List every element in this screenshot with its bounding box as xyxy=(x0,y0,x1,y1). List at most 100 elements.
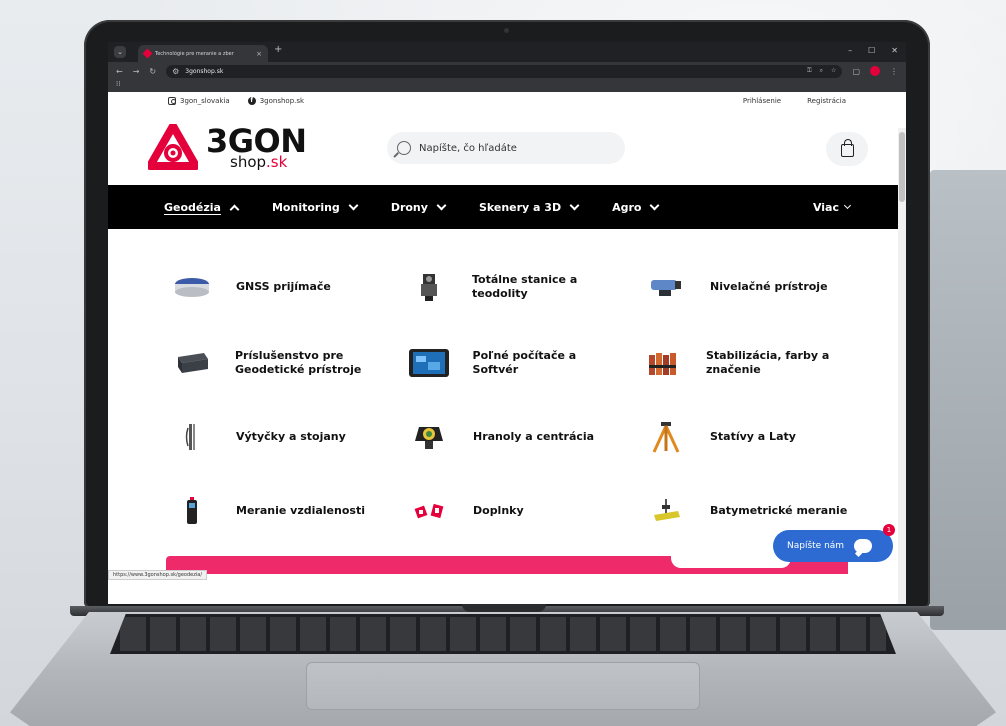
reload-icon[interactable]: ↻ xyxy=(149,67,156,76)
field-computer-icon xyxy=(407,348,451,378)
laser-distance-meter-icon xyxy=(170,496,214,526)
geodezia-mega-menu: GNSS prijímače Totálne stanice a teodoli… xyxy=(150,241,858,541)
category-grid: GNSS prijímače Totálne stanice a teodoli… xyxy=(150,241,858,549)
account-links: Prihlásenie Registrácia xyxy=(743,97,846,105)
facebook-link[interactable]: f 3gonshop.sk xyxy=(247,96,305,105)
logo-sub-text: shop.sk xyxy=(230,152,288,171)
favicon-icon xyxy=(142,48,153,59)
browser-tab-strip: ⌄ Technológie pre meranie a zber × + – ☐… xyxy=(108,42,906,62)
instagram-handle: 3gon_slovakia xyxy=(180,96,230,105)
chevron-down-icon xyxy=(436,200,447,210)
menu-item-stabilization[interactable]: Stabilizácia, farby a značenie xyxy=(624,325,858,401)
facebook-handle: 3gonshop.sk xyxy=(259,96,305,105)
status-url-bar: https://www.3gonshop.sk/geodezia/ xyxy=(108,570,208,580)
main-nav: Geodézia Monitoring Drony Skenery a 3D A… xyxy=(108,185,906,229)
maximize-button[interactable]: ☐ xyxy=(868,46,875,55)
nav-item-agro[interactable]: Agro xyxy=(612,200,660,214)
login-link[interactable]: Prihlásenie xyxy=(743,97,781,105)
page-scrollbar[interactable] xyxy=(898,128,906,604)
key-icon[interactable]: ⚿ xyxy=(807,67,812,75)
chevron-down-icon xyxy=(843,201,852,209)
logo-triangle-icon xyxy=(148,124,198,170)
prism-icon xyxy=(407,422,451,452)
promo-banner-strip xyxy=(166,556,848,574)
nav-item-skenery[interactable]: Skenery a 3D xyxy=(479,200,580,214)
total-station-icon xyxy=(407,272,450,302)
search-box[interactable] xyxy=(387,132,625,164)
tab-search-button[interactable]: ⌄ xyxy=(114,46,126,58)
close-window-button[interactable]: ✕ xyxy=(891,46,898,55)
chat-notification-badge: 1 xyxy=(883,524,895,536)
address-bar[interactable]: ⚙ 3gonshop.sk ⚿ ⌕ ☆ xyxy=(166,64,843,78)
menu-item-gnss[interactable]: GNSS prijímače xyxy=(150,249,387,325)
menu-item-accessories-instruments[interactable]: Príslušenstvo pre Geodetické prístroje xyxy=(150,325,387,401)
site-header: 3GON shop.sk xyxy=(108,109,906,185)
chat-widget-button[interactable]: Napíšte nám 1 xyxy=(773,524,895,562)
browser-tab[interactable]: Technológie pre meranie a zber × xyxy=(138,45,268,62)
spray-cans-icon xyxy=(644,348,684,378)
instagram-link[interactable]: 3gon_slovakia xyxy=(168,96,230,105)
bathymetry-icon xyxy=(644,496,688,526)
logo-wordmark: 3GON shop.sk xyxy=(206,125,307,170)
search-input[interactable] xyxy=(419,142,609,154)
chat-bubble-icon xyxy=(854,539,873,553)
menu-item-field-computers[interactable]: Poľné počítače a Softvér xyxy=(387,325,624,401)
menu-item-levels[interactable]: Nivelačné prístroje xyxy=(624,249,858,325)
laptop-trackpad xyxy=(306,662,700,710)
chevron-down-icon xyxy=(650,200,660,210)
accessory-case-icon xyxy=(170,348,213,378)
browser-toolbar: ← → ↻ ⚙ 3gonshop.sk ⚿ ⌕ ☆ ▢ ⋮ xyxy=(108,62,906,80)
menu-item-tripods[interactable]: Statívy a Laty xyxy=(624,401,858,473)
menu-item-distance[interactable]: Meranie vzdialenosti xyxy=(150,473,387,549)
chat-label: Napíšte nám xyxy=(787,541,845,551)
facebook-icon: f xyxy=(247,96,256,105)
extensions-icon[interactable]: ▢ xyxy=(852,67,860,76)
register-link[interactable]: Registrácia xyxy=(807,97,846,105)
survey-pole-icon xyxy=(170,422,214,452)
tripod-icon xyxy=(644,422,688,453)
search-icon xyxy=(397,141,411,155)
menu-item-total-stations[interactable]: Totálne stanice a teodolity xyxy=(387,249,624,325)
gnss-receiver-icon xyxy=(170,272,214,302)
chevron-down-icon xyxy=(569,200,580,210)
background-monitor xyxy=(930,170,1006,630)
shopping-bag-icon xyxy=(840,139,854,157)
url-text: 3gonshop.sk xyxy=(185,67,224,75)
nav-item-monitoring[interactable]: Monitoring xyxy=(272,200,359,214)
nav-item-drony[interactable]: Drony xyxy=(391,200,447,214)
chevron-up-icon xyxy=(229,204,240,214)
keyboard-keys xyxy=(120,617,886,651)
instagram-icon xyxy=(168,96,176,105)
zoom-icon[interactable]: ⌕ xyxy=(820,67,823,75)
cart-button[interactable] xyxy=(826,132,868,166)
laptop-lid-notch xyxy=(462,604,546,612)
bookmark-star-icon[interactable]: ☆ xyxy=(831,67,836,75)
nav-more[interactable]: Viac xyxy=(813,201,852,214)
menu-item-extras[interactable]: Doplnky xyxy=(387,473,624,549)
scrollbar-thumb[interactable] xyxy=(899,132,905,202)
close-tab-icon[interactable]: × xyxy=(256,50,262,58)
accessories-icon xyxy=(407,496,451,526)
window-controls: – ☐ ✕ xyxy=(848,46,898,55)
menu-item-prisms[interactable]: Hranoly a centrácia xyxy=(387,401,624,473)
level-instrument-icon xyxy=(644,272,688,302)
minimize-button[interactable]: – xyxy=(848,46,852,55)
menu-item-poles[interactable]: Výtyčky a stojany xyxy=(150,401,387,473)
forward-icon[interactable]: → xyxy=(133,67,140,76)
site-topbar: 3gon_slovakia f 3gonshop.sk Prihlásenie … xyxy=(108,92,906,109)
browser-menu-icon[interactable]: ⋮ xyxy=(890,67,898,76)
webcam xyxy=(504,28,509,33)
nav-item-geodezia[interactable]: Geodézia xyxy=(164,201,240,214)
address-bar-actions: ⚿ ⌕ ☆ xyxy=(807,67,836,75)
site-logo[interactable]: 3GON shop.sk xyxy=(148,124,307,170)
new-tab-button[interactable]: + xyxy=(274,44,282,55)
tab-title: Technológie pre meranie a zber xyxy=(155,50,234,57)
back-icon[interactable]: ← xyxy=(116,67,123,76)
chevron-down-icon xyxy=(348,200,359,210)
profile-avatar[interactable] xyxy=(870,66,880,76)
apps-grid-icon[interactable]: ⁞⁞ xyxy=(116,80,120,88)
promo-banner-pill xyxy=(671,556,791,568)
bookmarks-bar: ⁞⁞ xyxy=(108,80,906,92)
site-info-icon[interactable]: ⚙ xyxy=(172,67,179,76)
laptop-keyboard xyxy=(110,614,896,654)
